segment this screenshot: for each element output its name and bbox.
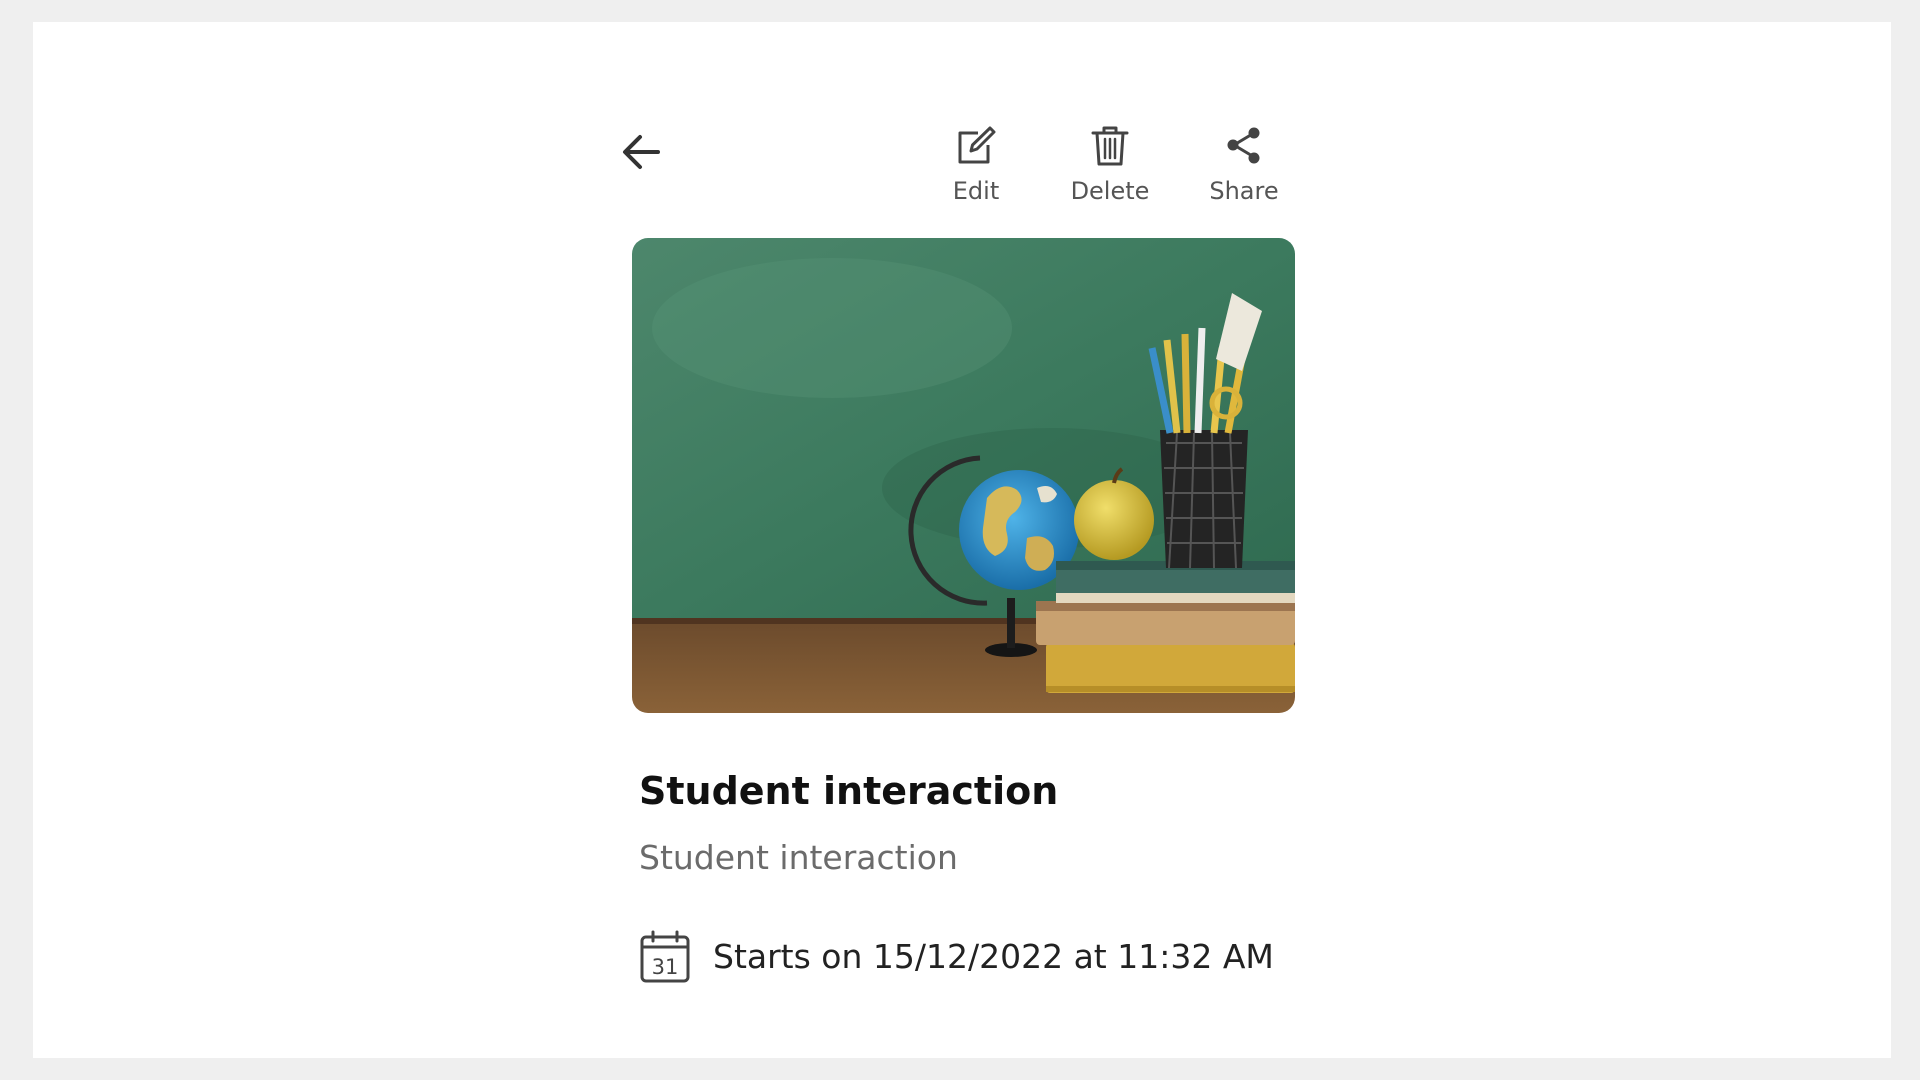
- edit-button[interactable]: Edit: [921, 122, 1031, 206]
- trash-icon: [1086, 122, 1134, 170]
- back-button[interactable]: [611, 122, 671, 182]
- arrow-left-icon: [623, 135, 660, 169]
- share-button[interactable]: Share: [1189, 122, 1299, 206]
- edit-icon: [952, 122, 1000, 170]
- share-icon: [1220, 122, 1268, 170]
- event-start-date: 31 Starts on 15/12/2022 at 11:32 AM: [639, 930, 1274, 984]
- event-image: [632, 238, 1295, 713]
- event-description: Student interaction: [639, 838, 958, 877]
- start-date-text: Starts on 15/12/2022 at 11:32 AM: [713, 937, 1274, 976]
- page-frame: Edit Delete Share Student interaction St…: [33, 22, 1891, 1058]
- calendar-day: 31: [652, 955, 679, 979]
- calendar-icon: 31: [640, 930, 690, 983]
- delete-label: Delete: [1070, 177, 1150, 205]
- share-label: Share: [1209, 177, 1279, 205]
- event-title: Student interaction: [639, 769, 1059, 813]
- delete-button[interactable]: Delete: [1055, 122, 1165, 206]
- edit-label: Edit: [952, 177, 1000, 205]
